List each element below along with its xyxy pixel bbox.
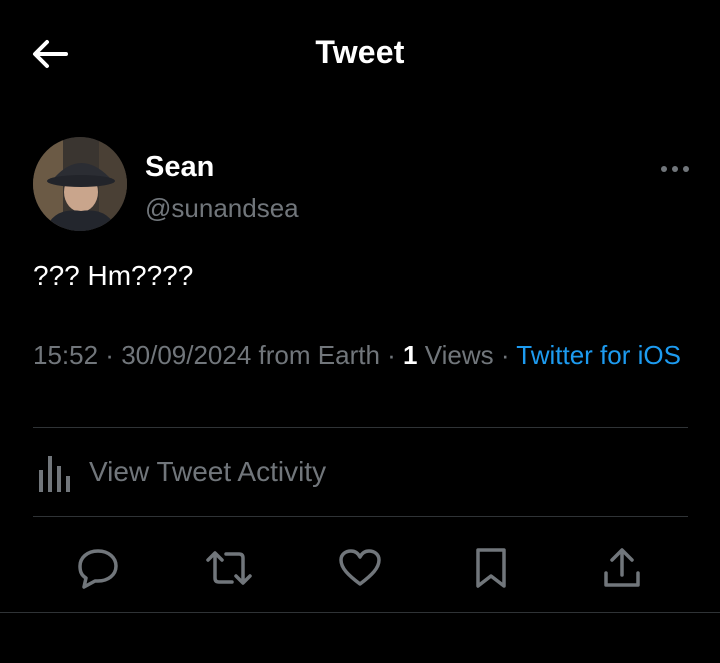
divider	[0, 612, 720, 613]
share-icon	[604, 548, 640, 587]
profile-photo	[33, 137, 127, 231]
reply-icon	[78, 549, 118, 589]
tweet-actions-bar	[0, 530, 720, 606]
more-horizontal-icon	[661, 166, 689, 172]
reply-button[interactable]	[72, 542, 124, 594]
author-name[interactable]: Sean	[145, 151, 214, 184]
divider	[33, 427, 688, 428]
tweet-location: from Earth	[251, 340, 380, 370]
bookmark-icon	[476, 548, 506, 588]
meta-separator: ·	[493, 340, 517, 370]
top-bar: Tweet	[0, 0, 720, 108]
tweet-author: Sean @sunandsea	[33, 137, 693, 233]
view-count: 1	[403, 340, 418, 370]
share-button[interactable]	[596, 542, 648, 594]
activity-label: View Tweet Activity	[89, 456, 327, 487]
author-handle[interactable]: @sunandsea	[145, 193, 299, 224]
like-button[interactable]	[334, 542, 386, 594]
bookmark-button[interactable]	[465, 542, 517, 594]
meta-separator: ·	[98, 340, 122, 370]
tweet-date: 30/09/2024	[121, 340, 252, 370]
tweet-metadata: 15:52 · 30/09/2024 from Earth · 1 Views …	[33, 338, 683, 372]
retweet-icon	[206, 551, 252, 585]
view-tweet-activity-button[interactable]: View Tweet Activity	[33, 440, 688, 506]
tweet-source-link[interactable]: Twitter for iOS	[516, 340, 681, 370]
page-title: Tweet	[315, 34, 405, 70]
heart-icon	[339, 549, 381, 586]
meta-separator: ·	[379, 340, 404, 370]
tweet-time: 15:52	[33, 340, 99, 370]
tweet-text: ??? Hm????	[33, 260, 194, 291]
divider	[33, 516, 688, 517]
retweet-button[interactable]	[203, 542, 255, 594]
more-options-button[interactable]	[655, 157, 695, 181]
avatar[interactable]	[33, 137, 127, 231]
bar-chart-icon	[39, 456, 70, 492]
views-label: Views	[417, 340, 494, 370]
